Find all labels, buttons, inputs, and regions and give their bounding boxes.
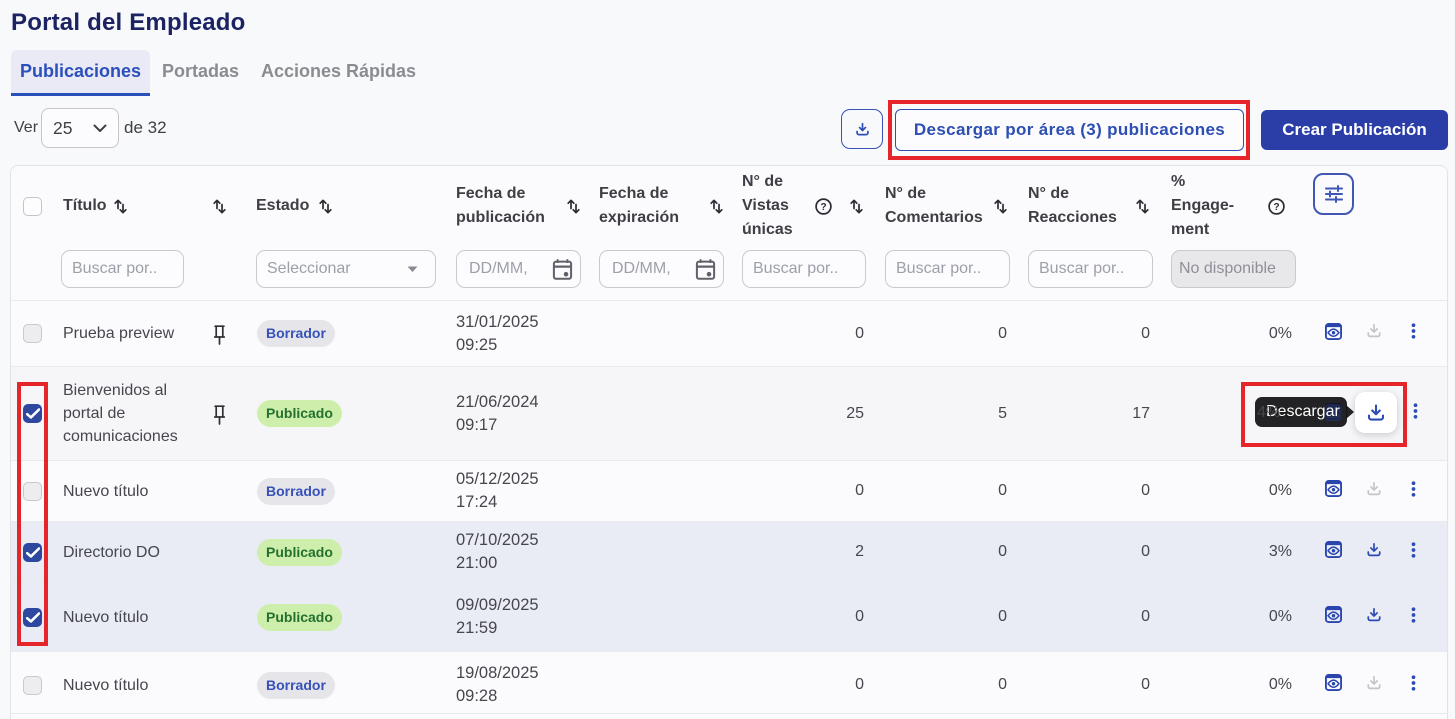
svg-text:?: ?	[820, 202, 826, 213]
svg-text:?: ?	[1273, 202, 1279, 213]
